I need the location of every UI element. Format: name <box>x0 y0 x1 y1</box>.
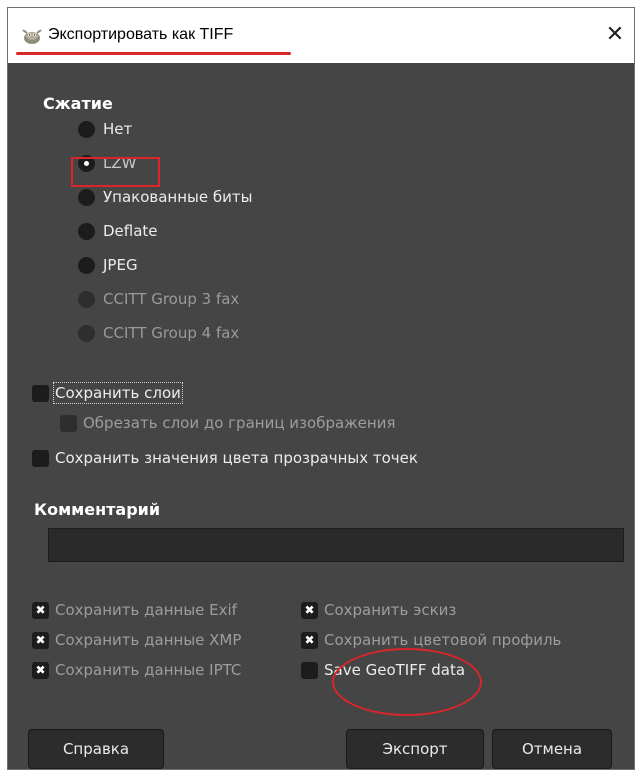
export-tiff-dialog: Экспортировать как TIFF ✕ Сжатие Нет LZW… <box>7 7 635 770</box>
cancel-button[interactable]: Отмена <box>492 729 612 769</box>
checkmark-icon[interactable]: ✖ <box>301 601 318 619</box>
save-transparent-checkbox[interactable] <box>32 449 49 467</box>
lzw-annotation-box <box>71 157 160 187</box>
radio-button[interactable] <box>78 222 95 240</box>
checkmark-icon[interactable]: ✖ <box>301 631 318 649</box>
radio-ccitt3: CCITT Group 3 fax <box>78 286 239 312</box>
save-geotiff-checkbox[interactable] <box>301 661 318 679</box>
title-annotation-underline <box>16 52 291 55</box>
save-xmp-option[interactable]: ✖ Сохранить данные XMP <box>32 628 241 652</box>
save-color-profile-label: Сохранить цветовой профиль <box>324 631 562 649</box>
save-exif-label: Сохранить данные Exif <box>55 601 237 619</box>
radio-packbits[interactable]: Упакованные биты <box>78 184 252 210</box>
comment-heading: Комментарий <box>34 500 161 519</box>
save-thumbnail-label: Сохранить эскиз <box>324 601 457 619</box>
save-color-profile-option[interactable]: ✖ Сохранить цветовой профиль <box>301 628 561 652</box>
radio-ccitt4: CCITT Group 4 fax <box>78 320 239 346</box>
radio-label: Нет <box>103 120 133 138</box>
window-title: Экспортировать как TIFF <box>48 26 234 43</box>
crop-layers-option: Обрезать слои до границ изображения <box>60 411 395 435</box>
radio-button[interactable] <box>78 256 95 274</box>
compression-heading: Сжатие <box>43 94 113 113</box>
export-button[interactable]: Экспорт <box>346 729 484 769</box>
save-layers-option[interactable]: Сохранить слои <box>32 381 183 405</box>
radio-label: Deflate <box>103 222 158 240</box>
gimp-app-icon <box>21 27 43 45</box>
comment-input[interactable] <box>48 528 624 562</box>
checkmark-icon[interactable]: ✖ <box>32 661 49 679</box>
radio-none[interactable]: Нет <box>78 116 132 142</box>
save-transparent-label: Сохранить значения цвета прозрачных точе… <box>55 449 418 467</box>
radio-button[interactable] <box>78 120 95 138</box>
close-button[interactable]: ✕ <box>601 21 629 49</box>
radio-button[interactable] <box>78 188 95 206</box>
title-bar: Экспортировать как TIFF ✕ <box>8 8 634 63</box>
radio-label: Упакованные биты <box>103 188 253 206</box>
radio-label: CCITT Group 4 fax <box>103 324 240 342</box>
radio-label: CCITT Group 3 fax <box>103 290 240 308</box>
checkmark-icon[interactable]: ✖ <box>32 631 49 649</box>
export-annotation-ring <box>332 648 482 716</box>
radio-deflate[interactable]: Deflate <box>78 218 158 244</box>
help-button[interactable]: Справка <box>28 729 164 769</box>
checkmark-icon[interactable]: ✖ <box>32 601 49 619</box>
crop-layers-checkbox <box>60 414 77 432</box>
crop-layers-label: Обрезать слои до границ изображения <box>83 414 396 432</box>
save-xmp-label: Сохранить данные XMP <box>55 631 242 649</box>
save-iptc-option[interactable]: ✖ Сохранить данные IPTC <box>32 658 241 682</box>
dialog-content: Сжатие Нет LZW Упакованные биты Deflate … <box>8 63 634 769</box>
radio-button <box>78 324 95 342</box>
save-layers-label: Сохранить слои <box>53 382 183 404</box>
save-layers-checkbox[interactable] <box>32 384 49 402</box>
radio-label: JPEG <box>103 256 138 274</box>
save-thumbnail-option[interactable]: ✖ Сохранить эскиз <box>301 598 456 622</box>
radio-button <box>78 290 95 308</box>
save-transparent-option[interactable]: Сохранить значения цвета прозрачных точе… <box>32 446 418 470</box>
save-iptc-label: Сохранить данные IPTC <box>55 661 242 679</box>
save-exif-option[interactable]: ✖ Сохранить данные Exif <box>32 598 237 622</box>
radio-jpeg[interactable]: JPEG <box>78 252 138 278</box>
